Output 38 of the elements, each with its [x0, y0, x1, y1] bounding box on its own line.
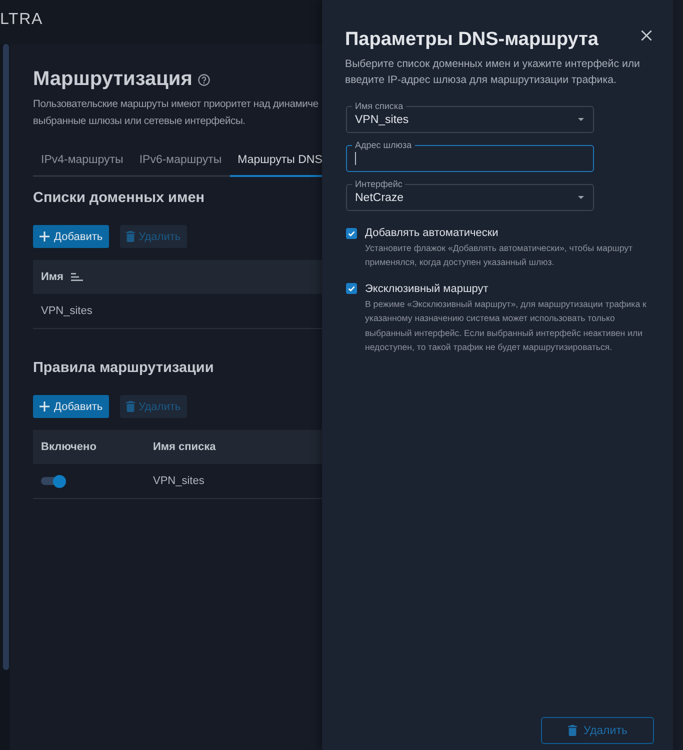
plus-icon	[39, 401, 50, 412]
toggle-switch[interactable]	[41, 474, 66, 488]
plus-icon	[39, 231, 50, 242]
checkbox[interactable]	[346, 228, 357, 238]
trash-icon	[126, 231, 135, 242]
section-title: Правила маршрутизации	[33, 359, 215, 377]
help-icon[interactable]	[198, 74, 210, 86]
panel-title: Параметры DNS-маршрута	[345, 28, 598, 52]
option-label: Эксклюзивный маршрут	[365, 282, 490, 296]
scrollbar-thumb[interactable]	[3, 44, 9, 670]
column-header: Имя	[41, 271, 64, 283]
page-title: Маршрутизация	[33, 67, 192, 92]
close-icon	[641, 30, 652, 41]
trash-icon	[568, 725, 577, 736]
checkbox[interactable]	[346, 283, 357, 294]
add-button[interactable]: Добавить	[33, 225, 109, 248]
table-cell: VPN_sites	[41, 305, 92, 317]
option-hint: Установите флажок «Добавлять автоматически», чтобы маршрут применялся, когда доступен указанный шлюз.	[365, 242, 634, 270]
section-title: Списки доменных имен	[33, 189, 206, 207]
table-cell: VPN_sites	[153, 475, 204, 487]
sort-icon[interactable]	[71, 273, 84, 281]
option-hint: В режиме «Эксклюзивный маршрут», для маршрутизации трафика к указанному назначению система может использовать только выбранный интерфейс. Если выбранный интерфейс неактивен или недоступен, то такой трафик не будет маршрутизироваться.	[365, 298, 648, 354]
delete-button[interactable]: Удалить	[541, 717, 654, 744]
tab[interactable]: IPv6-маршруты	[131, 148, 230, 177]
add-button[interactable]: Добавить	[33, 395, 109, 418]
page-description: выбранные шлюзы или сетевые интерфейсы.	[33, 115, 246, 129]
text-cursor	[355, 152, 356, 165]
column-header: Включено	[41, 441, 96, 453]
trash-icon	[126, 401, 135, 412]
option-label: Добавлять автоматически	[365, 226, 500, 240]
logo: LTRA	[0, 11, 43, 29]
page-description: Пользовательские маршруты имеют приоритет над динамиче	[33, 98, 320, 112]
tab[interactable]: IPv4-маршруты	[33, 148, 132, 177]
caret-icon	[578, 118, 584, 121]
caret-icon	[578, 196, 584, 199]
close-button[interactable]	[641, 30, 652, 41]
column-header: Имя списка	[153, 441, 216, 453]
panel-description: Выберите список доменных имен и укажите интерфейс или введите IP-адрес шлюза для маршрутизации трафика.	[345, 57, 641, 88]
